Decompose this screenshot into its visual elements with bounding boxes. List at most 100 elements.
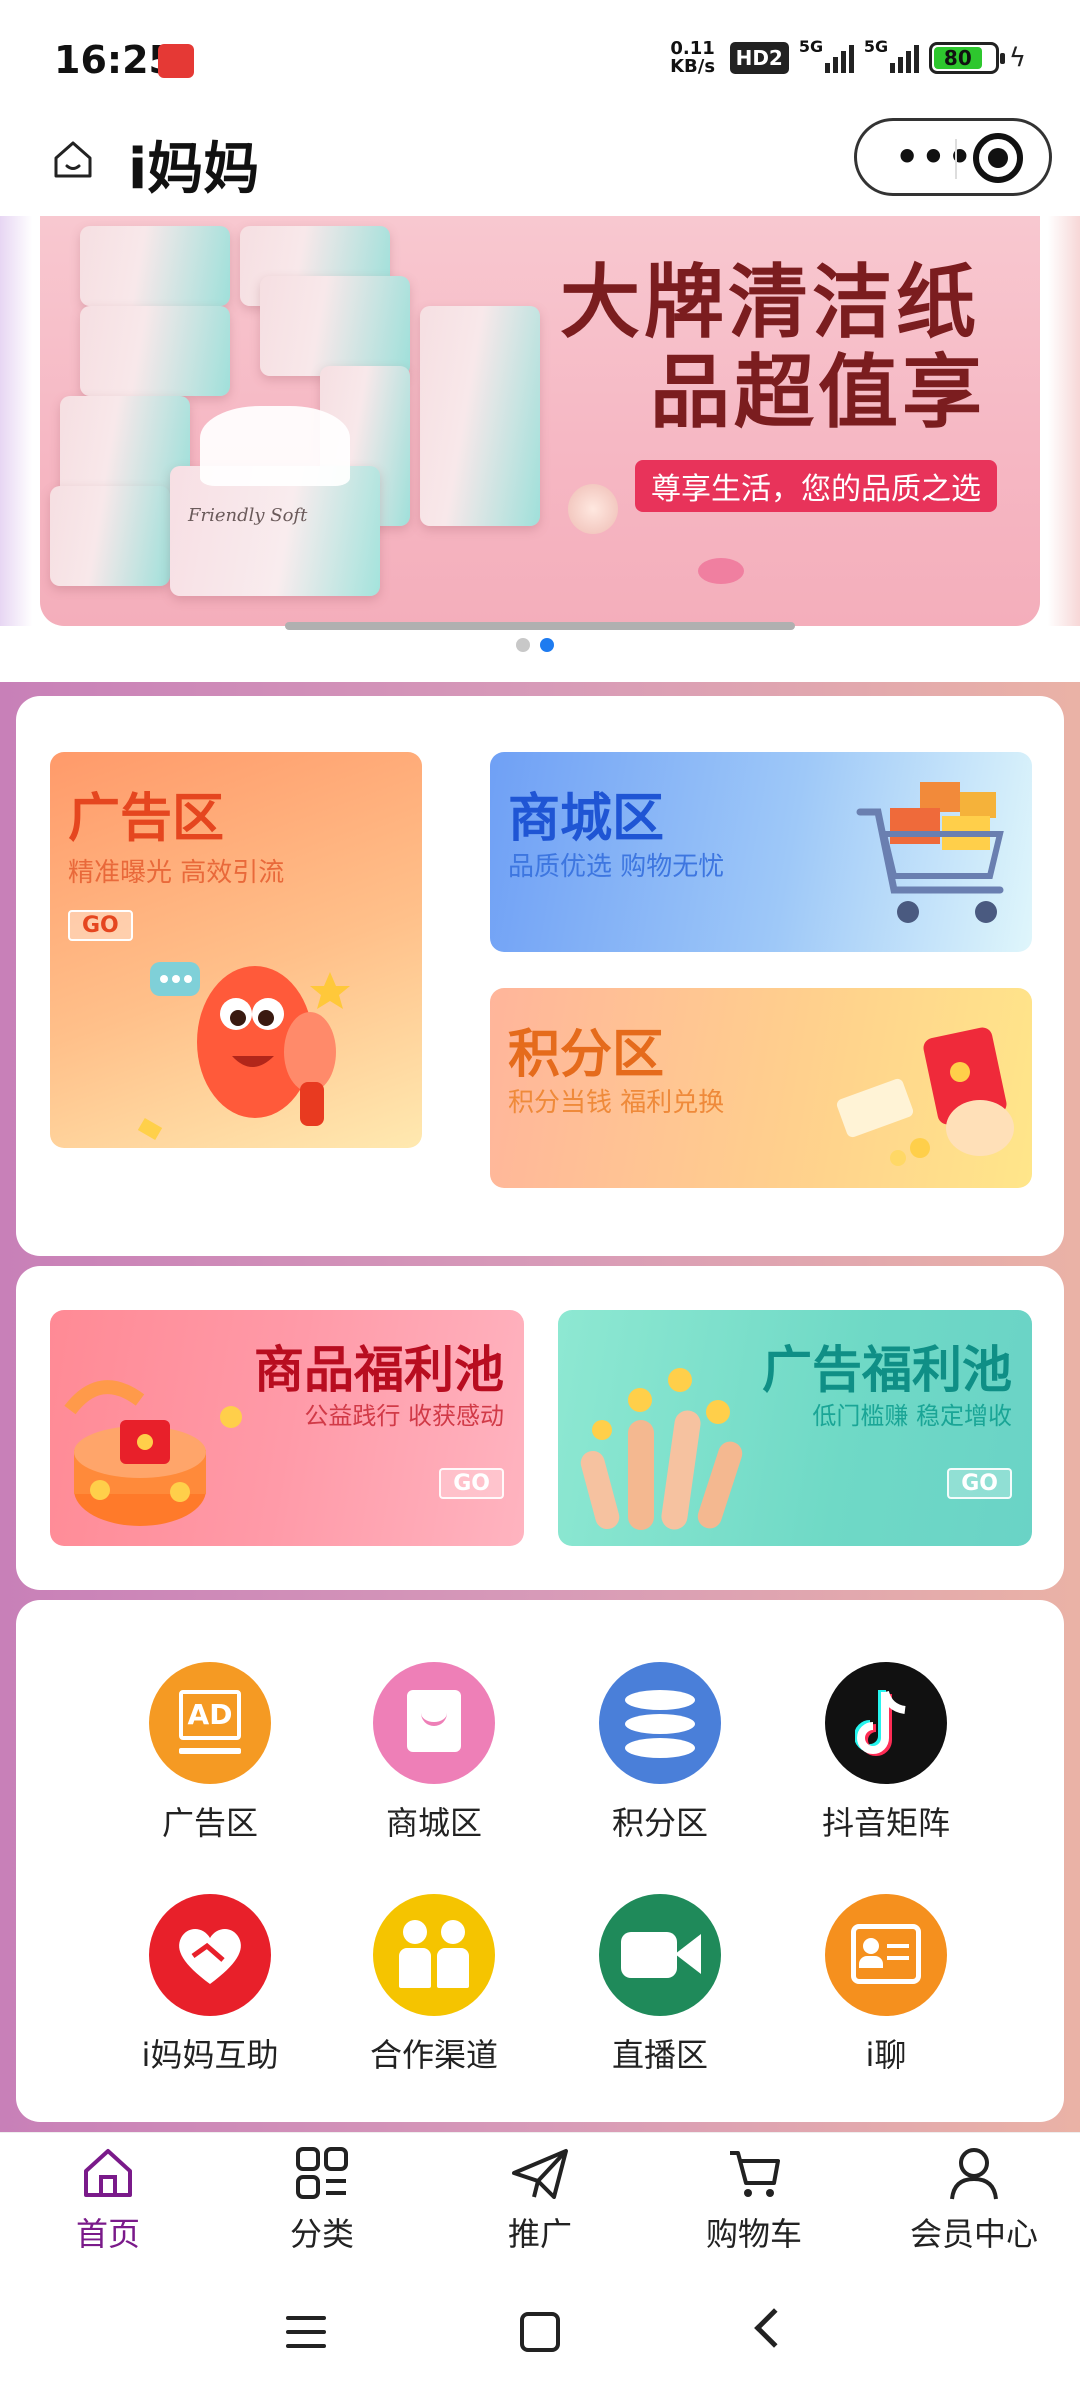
tab-member-center[interactable]: 会员中心 xyxy=(874,2143,1074,2255)
shopping-bag-icon xyxy=(373,1662,495,1784)
signal-sim2-icon: 5G xyxy=(864,37,919,73)
points-zone-card[interactable]: 积分区 积分当钱 福利兑换 xyxy=(490,988,1032,1188)
title-bar: i妈妈 ••• xyxy=(0,118,1080,216)
points-zone-title: 积分区 xyxy=(508,1025,665,1085)
tab-cart[interactable]: 购物车 xyxy=(654,2143,854,2255)
bottom-tab-bar: 首页 分类 推广 购物车 会员中心 xyxy=(0,2132,1080,2272)
network-speed: 0.11 KB/s xyxy=(666,40,720,76)
gift-box-icon xyxy=(64,1380,206,1526)
grid-item-label: i妈妈互助 xyxy=(141,2036,279,2074)
grid-item-label: i聊 xyxy=(865,2036,907,2074)
cart-icon xyxy=(730,2151,780,2197)
signal-sim1-icon: 5G xyxy=(799,37,854,73)
grid-item-partner-channels[interactable]: 合作渠道 xyxy=(334,1894,534,2076)
coin-icon xyxy=(220,1406,242,1428)
hd-icon: HD2 xyxy=(729,42,789,74)
carousel-indicator xyxy=(516,638,554,652)
sim1-label: 5G xyxy=(798,37,824,56)
hands-coins-icon xyxy=(580,1368,743,1530)
partners-icon xyxy=(373,1894,495,2016)
grid-item-ad-zone[interactable]: AD 广告区 xyxy=(110,1662,310,1844)
tab-label: 首页 xyxy=(75,2215,140,2253)
banner-tagline: 尊享生活，您的品质之选 xyxy=(635,460,997,512)
tissue-pack-image xyxy=(420,306,540,526)
ad-pool-title: 广告福利池 xyxy=(762,1341,1012,1399)
tissue-pack-image xyxy=(80,226,230,306)
grid-item-label: 直播区 xyxy=(611,2036,708,2074)
goods-pool-subtitle: 公益践行 收获感动 xyxy=(304,1402,504,1430)
video-camera-icon xyxy=(599,1894,721,2016)
ad-zone-subtitle: 精准曝光 高效引流 xyxy=(68,858,285,888)
back-icon[interactable] xyxy=(754,2308,794,2348)
zones-card: 广告区 精准曝光 高效引流 GO 商城区 品质优选 购物无忧 积分区 积分当钱 … xyxy=(16,696,1064,1256)
mall-zone-title: 商城区 xyxy=(508,789,665,849)
banner-shadow xyxy=(285,622,795,630)
banner-slide[interactable]: Friendly Soft 大牌清洁纸 品超值享 尊享生活，您的品质之选 xyxy=(40,216,1040,626)
tissue-pack-image xyxy=(260,276,410,376)
flower-image xyxy=(568,484,618,534)
mall-zone-card[interactable]: 商城区 品质优选 购物无忧 xyxy=(490,752,1032,952)
grid-item-label: 商城区 xyxy=(385,1804,482,1842)
grid-item-label: 合作渠道 xyxy=(369,2036,498,2074)
carousel-dot[interactable] xyxy=(516,638,530,652)
quick-entry-card: AD 广告区 商城区 积分区 抖音矩阵 i妈妈互助 合作渠道 直播区 i聊 xyxy=(16,1600,1064,2122)
tissue-sheet-image xyxy=(200,406,350,486)
tab-label: 会员中心 xyxy=(909,2215,1038,2253)
grid-item-label: 积分区 xyxy=(611,1804,708,1842)
shopping-cart-icon xyxy=(856,782,1004,923)
grid-item-label: 广告区 xyxy=(161,1804,258,1842)
capsule-divider xyxy=(955,139,957,179)
goods-pool-go-button[interactable]: GO xyxy=(439,1468,504,1499)
ad-icon: AD xyxy=(149,1662,271,1784)
recent-apps-icon[interactable] xyxy=(286,2316,326,2358)
petal-image xyxy=(698,558,744,584)
tab-promote[interactable]: 推广 xyxy=(440,2143,640,2255)
douyin-icon xyxy=(825,1662,947,1784)
tab-label: 购物车 xyxy=(705,2215,802,2253)
home-icon[interactable] xyxy=(50,136,96,182)
goods-pool-title: 商品福利池 xyxy=(254,1341,504,1399)
ad-welfare-pool-card[interactable]: 广告福利池 低门槛赚 稳定增收 GO xyxy=(558,1310,1032,1546)
carousel-dot-active[interactable] xyxy=(540,638,554,652)
category-grid-icon xyxy=(296,2147,348,2199)
banner-carousel[interactable]: Friendly Soft 大牌清洁纸 品超值享 尊享生活，您的品质之选 xyxy=(0,216,1080,682)
charging-icon: ϟ xyxy=(1008,43,1026,73)
network-speed-unit: KB/s xyxy=(670,56,716,77)
grid-item-ichat[interactable]: i聊 xyxy=(786,1894,986,2076)
tab-label: 推广 xyxy=(507,2215,572,2253)
tab-label: 分类 xyxy=(289,2215,354,2253)
coins-stack-icon xyxy=(599,1662,721,1784)
more-icon[interactable]: ••• xyxy=(895,135,974,179)
grid-item-points-zone[interactable]: 积分区 xyxy=(560,1662,760,1844)
product-script-text: Friendly Soft xyxy=(188,505,308,526)
ad-pool-go-button[interactable]: GO xyxy=(947,1468,1012,1499)
paper-plane-icon xyxy=(512,2149,568,2199)
ad-zone-go-button[interactable]: GO xyxy=(68,910,133,941)
tissue-pack-image xyxy=(50,486,170,586)
battery-icon: 80 xyxy=(928,42,1005,74)
close-target-icon[interactable] xyxy=(973,133,1023,183)
quick-entry-grid: AD 广告区 商城区 积分区 抖音矩阵 i妈妈互助 合作渠道 直播区 i聊 xyxy=(16,1600,1064,2122)
red-envelope-hand-icon xyxy=(836,1027,1014,1166)
grid-item-live-zone[interactable]: 直播区 xyxy=(560,1894,760,2076)
app-notification-icon xyxy=(158,44,194,78)
grid-item-mall-zone[interactable]: 商城区 xyxy=(334,1662,534,1844)
goods-welfare-pool-card[interactable]: 商品福利池 公益践行 收获感动 GO xyxy=(50,1310,524,1546)
tissue-pack-image xyxy=(80,306,230,396)
status-time: 16:25 xyxy=(54,38,175,82)
tab-home[interactable]: 首页 xyxy=(8,2143,208,2255)
tab-category[interactable]: 分类 xyxy=(222,2143,422,2255)
ad-icon-underline xyxy=(179,1748,241,1754)
status-bar: 16:25 0.11 KB/s HD2 5G 5G 80 ϟ xyxy=(0,0,1080,120)
grid-item-douyin-matrix[interactable]: 抖音矩阵 xyxy=(786,1662,986,1844)
battery-level: 80 xyxy=(933,47,982,69)
miniprogram-capsule: ••• xyxy=(854,118,1052,196)
ad-badge-text: AD xyxy=(179,1690,241,1740)
ad-zone-card[interactable]: 广告区 精准曝光 高效引流 GO xyxy=(50,752,422,1148)
mall-zone-subtitle: 品质优选 购物无忧 xyxy=(508,852,725,882)
home-tab-icon xyxy=(84,2149,132,2197)
system-home-icon[interactable] xyxy=(520,2312,560,2352)
grid-item-mutual-aid[interactable]: i妈妈互助 xyxy=(110,1894,310,2076)
megaphone-icon xyxy=(150,962,350,1126)
system-navigation-bar xyxy=(0,2272,1080,2400)
